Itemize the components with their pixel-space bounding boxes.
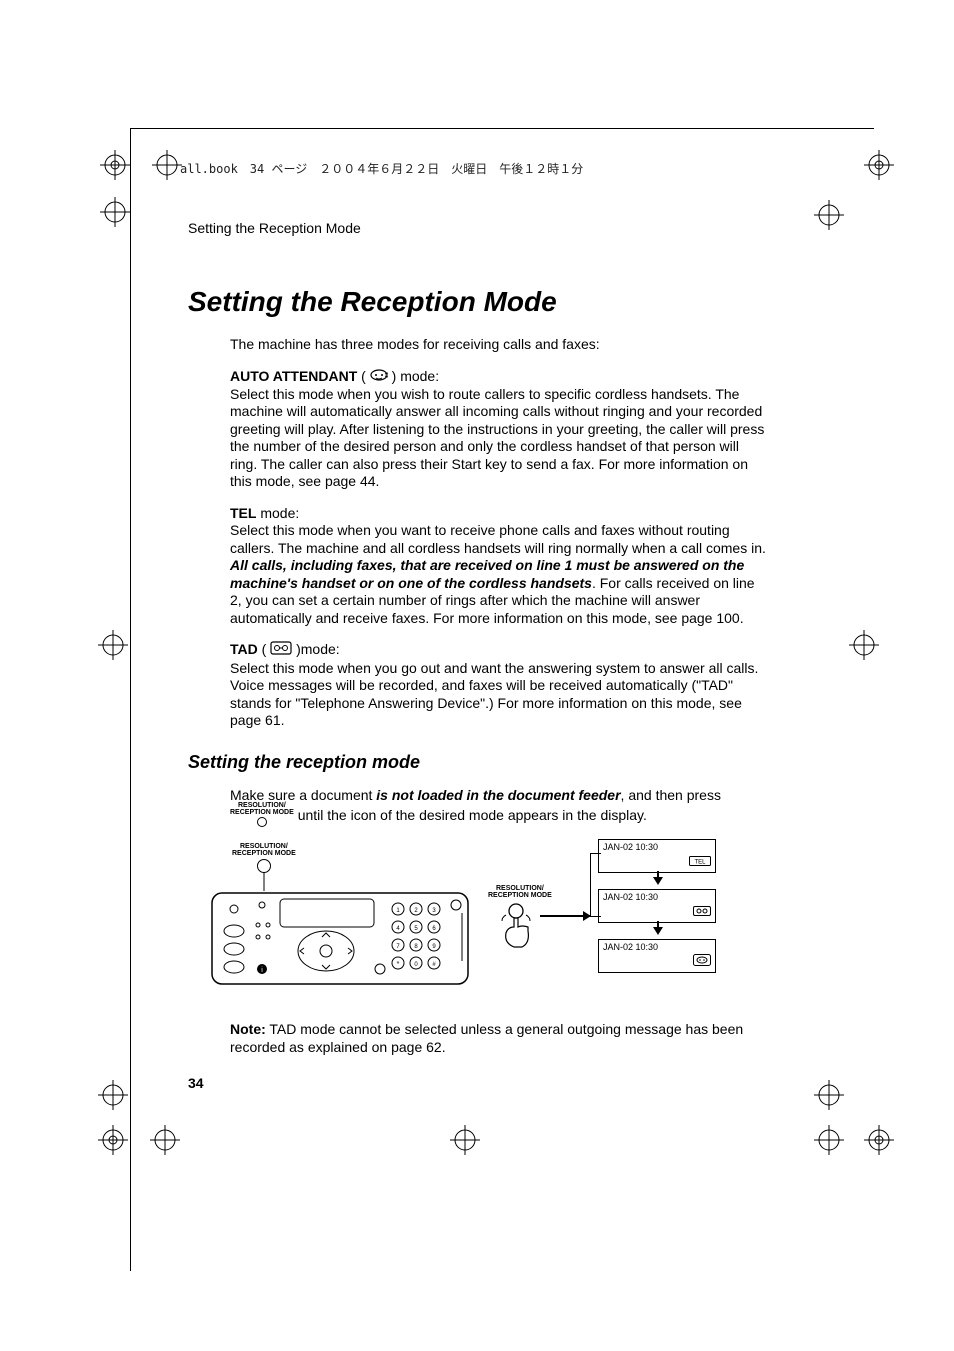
arrow-right-icon bbox=[540, 915, 590, 917]
registration-mark-top-right bbox=[864, 150, 894, 180]
book-header-text: all.book 34 ページ ２００４年６月２２日 火曜日 午後１２時１分 bbox=[180, 160, 583, 177]
svg-text:3: 3 bbox=[432, 908, 436, 914]
registration-mark-mid-left bbox=[98, 630, 128, 660]
mode-diagram: RESOLUTION/RECEPTION MODE bbox=[210, 843, 730, 1003]
svg-text:0: 0 bbox=[414, 962, 418, 968]
svg-text:1: 1 bbox=[396, 908, 400, 914]
auto-desc: Select this mode when you wish to route … bbox=[230, 386, 764, 490]
auto-attendant-icon bbox=[370, 368, 388, 386]
top-crop-line bbox=[130, 128, 874, 129]
registration-mark-br2 bbox=[864, 1125, 894, 1155]
svg-text:*: * bbox=[397, 961, 400, 968]
registration-mark-bottom-center bbox=[450, 1125, 480, 1155]
svg-text:#: # bbox=[432, 962, 436, 968]
page-title: Setting the Reception Mode bbox=[188, 286, 768, 318]
page-number: 34 bbox=[188, 1075, 204, 1091]
registration-mark-bl2 bbox=[98, 1125, 128, 1155]
registration-mark-bl3 bbox=[150, 1125, 180, 1155]
display-sequence: JAN-02 10:30 TEL JAN-02 10:30 JAN-02 10:… bbox=[598, 839, 718, 977]
registration-mark-bl1 bbox=[98, 1080, 128, 1110]
subtitle: Setting the reception mode bbox=[188, 752, 768, 773]
tel-desc-a: Select this mode when you want to receiv… bbox=[230, 522, 766, 556]
auto-mode-heading: AUTO ATTENDANT ( ) mode: Select this mod… bbox=[230, 368, 768, 491]
down-arrow-icon bbox=[653, 877, 663, 885]
svg-text:5: 5 bbox=[414, 926, 418, 932]
note-text: Note: TAD mode cannot be selected unless… bbox=[230, 1021, 768, 1056]
display-tad: JAN-02 10:30 bbox=[598, 889, 716, 923]
registration-mark-top-left-2 bbox=[152, 150, 182, 180]
registration-mark-top-left bbox=[100, 150, 130, 180]
page-content: Setting the Reception Mode Setting the R… bbox=[188, 220, 768, 1070]
tape-badge-icon bbox=[693, 906, 711, 919]
tad-mode-heading: TAD ( )mode: Select this mode when you g… bbox=[230, 641, 768, 730]
registration-mark-br3 bbox=[814, 1125, 844, 1155]
registration-mark-br1 bbox=[814, 1080, 844, 1110]
svg-text:8: 8 bbox=[414, 944, 418, 950]
tape-cassette-icon bbox=[270, 641, 292, 660]
registration-mark-mid-right bbox=[849, 630, 879, 660]
running-head: Setting the Reception Mode bbox=[188, 220, 768, 236]
svg-text:9: 9 bbox=[432, 944, 436, 950]
svg-text:4: 4 bbox=[396, 926, 400, 932]
tel-badge-icon: TEL bbox=[689, 856, 711, 869]
svg-text:TEL: TEL bbox=[694, 859, 706, 865]
auto-badge-icon bbox=[693, 954, 711, 969]
svg-text:7: 7 bbox=[396, 944, 400, 950]
tel-mode-heading: TEL mode: Select this mode when you want… bbox=[230, 505, 768, 628]
reception-mode-key-label-diagram: RESOLUTION/RECEPTION MODE bbox=[232, 843, 296, 891]
registration-mark-tl3 bbox=[100, 197, 130, 227]
reception-mode-key-label-inline: RESOLUTION/RECEPTION MODE bbox=[230, 802, 294, 827]
down-arrow-icon-2 bbox=[653, 927, 663, 935]
instruction-text: Make sure a document is not loaded in th… bbox=[230, 787, 768, 830]
auto-label: AUTO ATTENDANT bbox=[230, 368, 357, 384]
svg-text:6: 6 bbox=[432, 926, 436, 932]
registration-mark-tr2 bbox=[814, 200, 844, 230]
tad-label: TAD bbox=[230, 641, 258, 657]
left-crop-line bbox=[130, 128, 131, 1271]
tel-label: TEL bbox=[230, 505, 256, 521]
display-tel: JAN-02 10:30 TEL bbox=[598, 839, 716, 873]
svg-text:2: 2 bbox=[414, 908, 418, 914]
fax-machine-illustration: i 1 2 3 bbox=[210, 891, 470, 986]
hand-press-icon bbox=[496, 903, 536, 954]
reception-mode-key-label-hand: RESOLUTION/RECEPTION MODE bbox=[488, 885, 552, 899]
tad-desc: Select this mode when you go out and wan… bbox=[230, 660, 758, 729]
display-auto: JAN-02 10:30 bbox=[598, 939, 716, 973]
intro-text: The machine has three modes for receivin… bbox=[230, 336, 768, 354]
